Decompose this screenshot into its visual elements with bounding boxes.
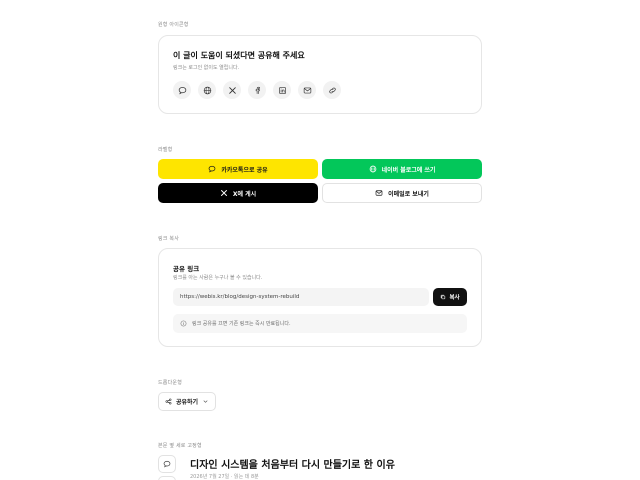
naver-button-label: 네이버 블로그에 쓰기 <box>381 166 436 174</box>
side-share-button-2[interactable] <box>158 476 176 480</box>
facebook-icon <box>255 86 260 94</box>
share-icon <box>165 398 172 405</box>
speech-bubble-icon <box>163 460 171 468</box>
mail-icon <box>375 190 383 196</box>
icon-share-card: 이 글이 도움이 되셨다면 공유해 주세요 링크는 로그인 없이도 열립니다. <box>158 35 482 114</box>
share-card-subtitle: 링크는 로그인 없이도 열립니다. <box>173 65 240 71</box>
section-label-icon-share: 원형 아이콘형 <box>158 22 189 28</box>
x-icon <box>228 86 236 94</box>
linkedin-icon <box>278 86 286 94</box>
linkedin-share-button[interactable] <box>273 81 291 99</box>
copy-link-button[interactable]: 복사 <box>433 288 467 306</box>
mail-share-button[interactable] <box>298 81 316 99</box>
kakaotalk-share-button[interactable] <box>173 81 191 99</box>
link-copy-card: 공유 링크 링크를 아는 사람은 누구나 볼 수 있습니다. 복사 링크 공유를… <box>158 248 482 347</box>
link-info-box: 링크 공유를 끄면 기존 링크는 즉시 만료됩니다. <box>173 314 467 333</box>
globe-icon <box>203 86 211 94</box>
share-url-input[interactable] <box>173 288 429 306</box>
email-button-label: 이메일로 보내기 <box>388 190 429 198</box>
share-card-title: 이 글이 도움이 되셨다면 공유해 주세요 <box>173 51 305 60</box>
share-dropdown[interactable]: 공유하기 <box>158 392 216 411</box>
speech-bubble-icon <box>209 165 216 173</box>
post-title: 디자인 시스템을 처음부터 다시 만들기로 한 이유 <box>190 460 395 471</box>
post-meta: 2026년 7월 27일 · 읽는 데 8분 <box>190 474 259 480</box>
copy-button-label: 복사 <box>449 295 460 301</box>
link-card-title: 공유 링크 <box>173 265 200 273</box>
naver-blog-button[interactable]: 네이버 블로그에 쓰기 <box>322 159 482 179</box>
kakao-button-label: 카카오톡으로 공유 <box>221 166 268 174</box>
x-post-button[interactable]: X에 게시 <box>158 183 318 203</box>
share-icon-row <box>173 81 341 99</box>
x-share-button[interactable] <box>223 81 241 99</box>
chevron-down-icon <box>203 400 208 403</box>
x-icon <box>220 190 227 196</box>
section-label-link-copy: 링크 복사 <box>158 236 179 242</box>
mail-icon <box>303 87 311 93</box>
side-kakao-share-button[interactable] <box>158 455 176 473</box>
share-dropdown-label: 공유하기 <box>175 399 199 406</box>
facebook-share-button[interactable] <box>248 81 266 99</box>
link-share-button[interactable] <box>323 81 341 99</box>
globe-icon <box>369 165 376 173</box>
info-icon <box>180 320 187 327</box>
link-icon <box>328 87 336 93</box>
copy-icon <box>441 294 446 300</box>
email-send-button[interactable]: 이메일로 보내기 <box>322 183 482 203</box>
link-info-text: 링크 공유를 끄면 기존 링크는 즉시 만료됩니다. <box>192 321 291 327</box>
section-label-fixed-side: 본문 옆 세로 고정형 <box>158 443 202 449</box>
web-share-button[interactable] <box>198 81 216 99</box>
link-card-subtitle: 링크를 아는 사람은 누구나 볼 수 있습니다. <box>173 275 263 281</box>
kakaotalk-icon <box>178 86 186 94</box>
section-label-text-buttons: 라벨형 <box>158 147 173 153</box>
x-button-label: X에 게시 <box>232 190 257 198</box>
section-label-dropdown: 드롭다운형 <box>158 380 183 386</box>
kakao-share-button[interactable]: 카카오톡으로 공유 <box>158 159 318 179</box>
